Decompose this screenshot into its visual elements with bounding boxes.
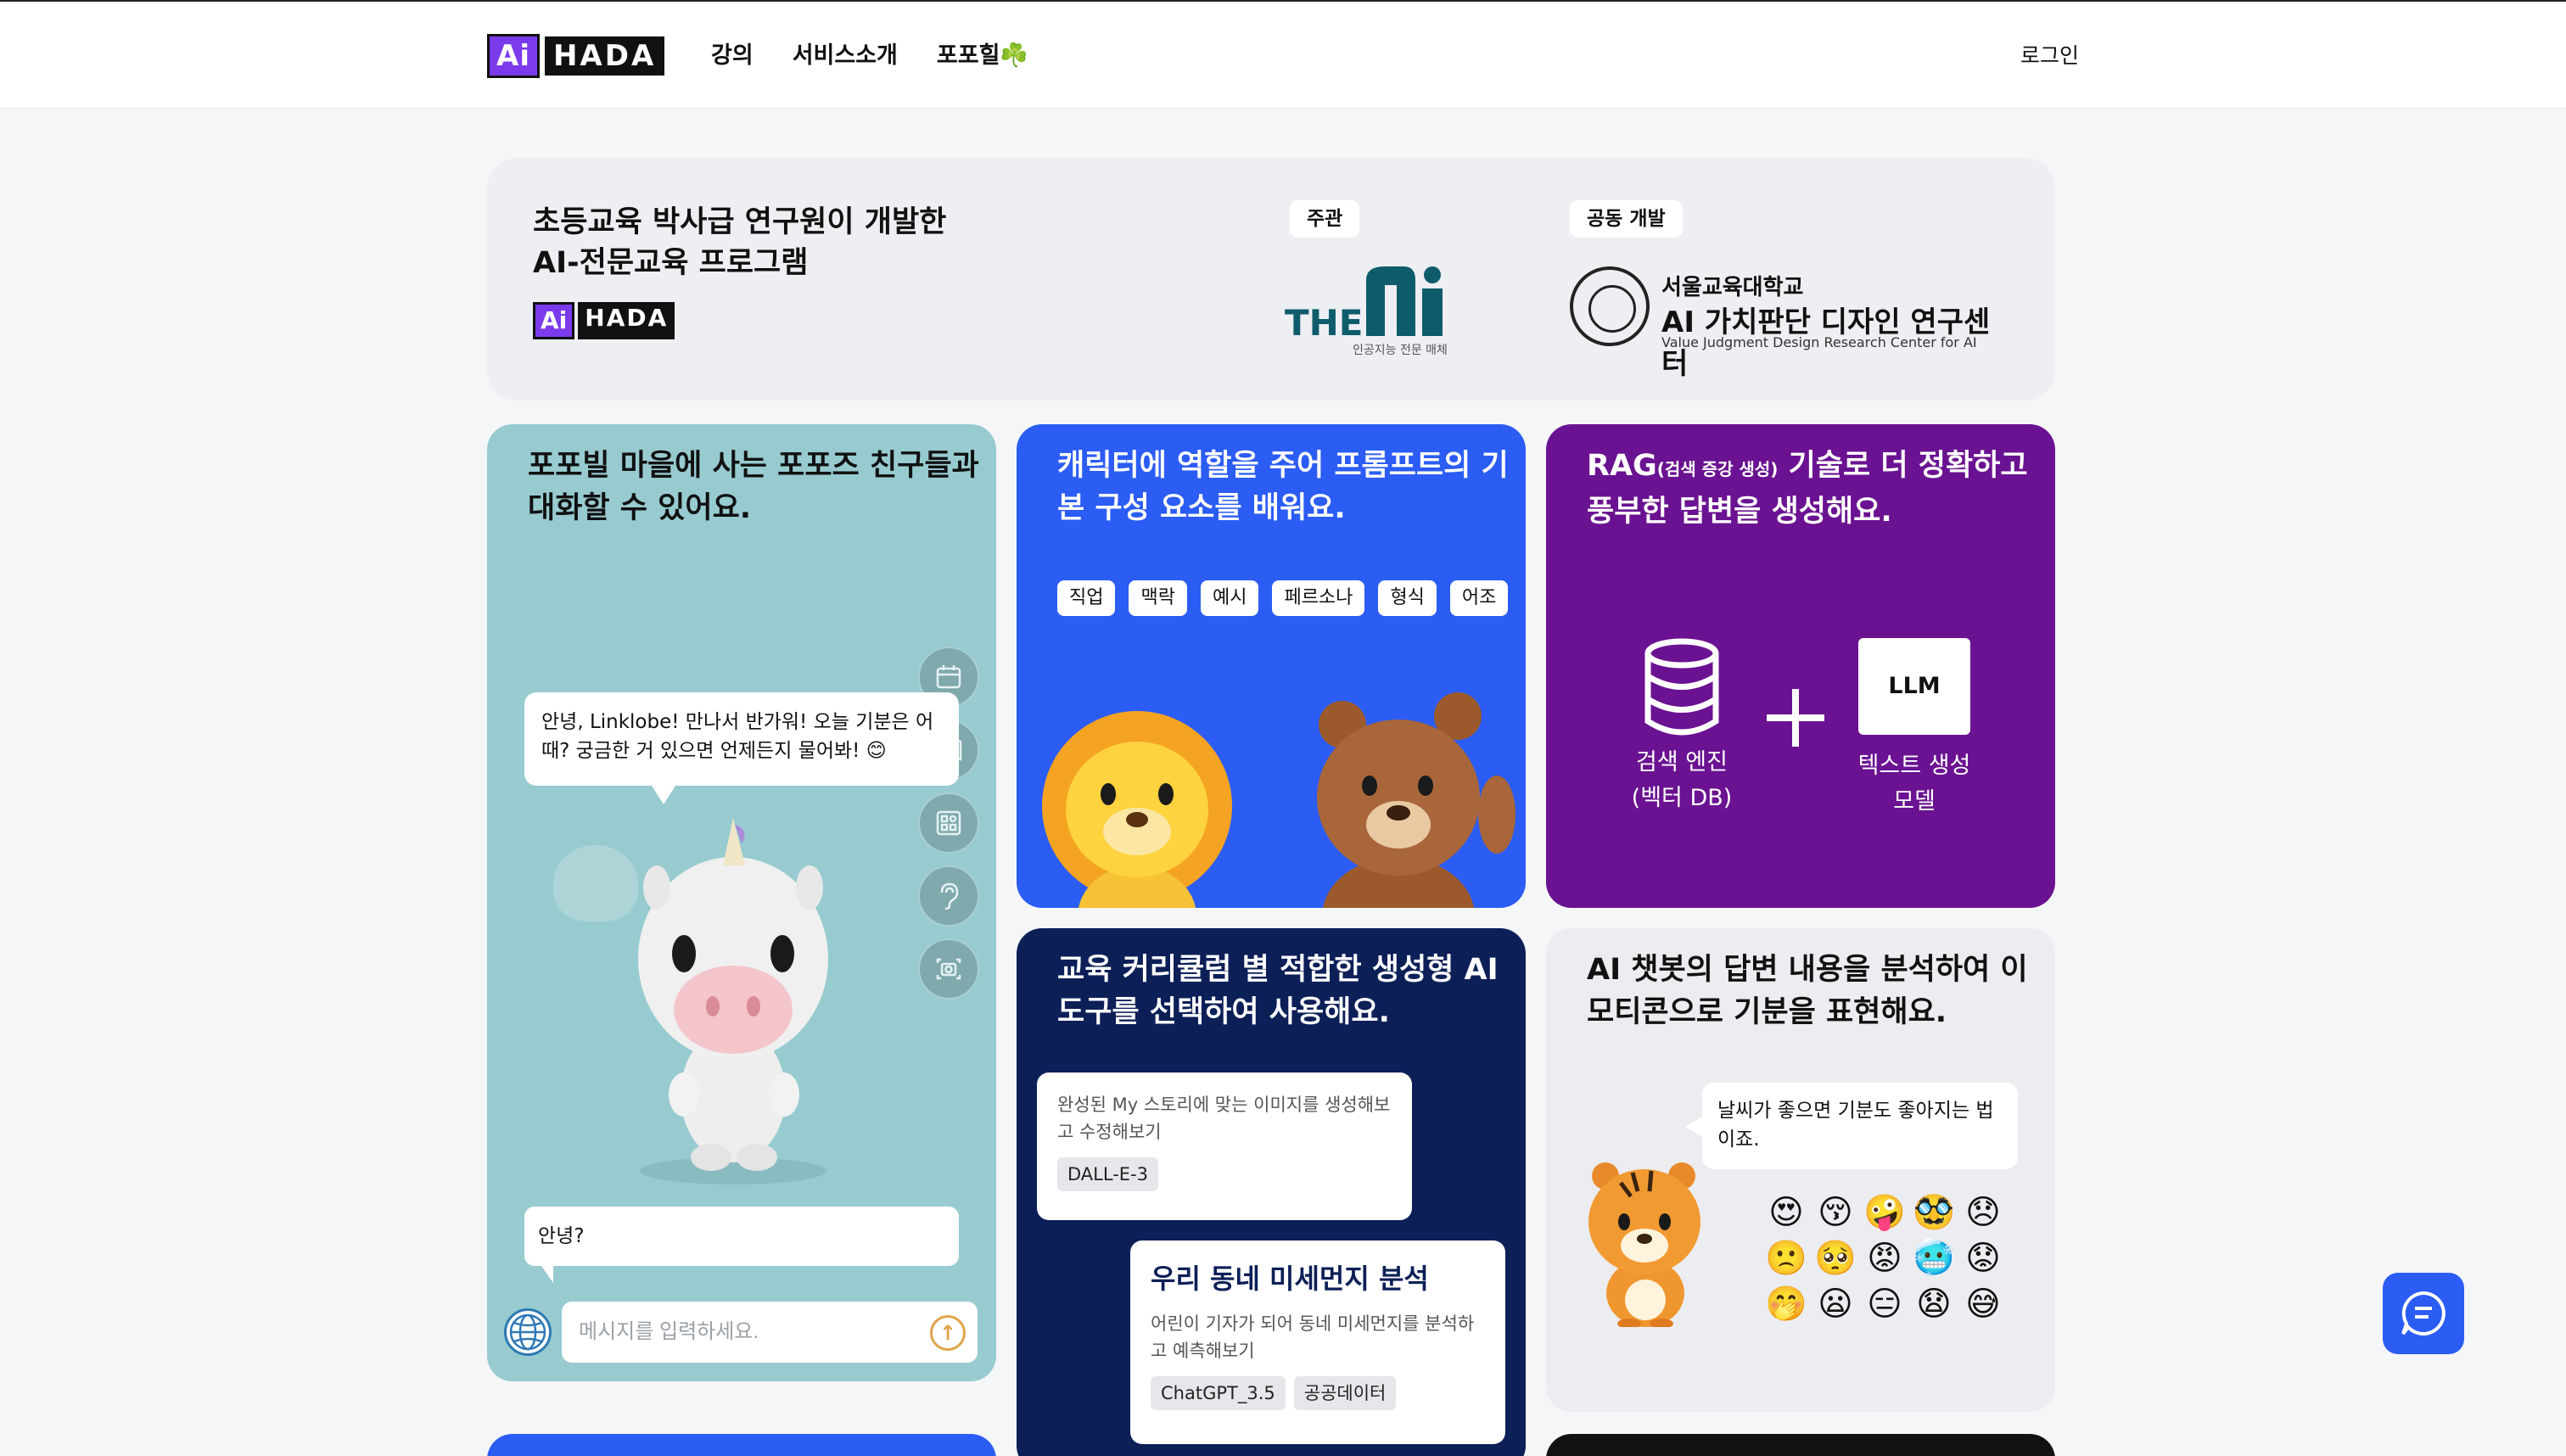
banner-title: 초등교육 박사급 연구원이 개발한 AI-전문교육 프로그램	[533, 205, 947, 280]
tag-example: 예시	[1200, 580, 1259, 616]
card-popoville-chat[interactable]: 포포빌 마을에 사는 포포즈 친구들과 대화할 수 있어요. 안녕, Linkl…	[487, 424, 996, 1381]
tiger-character-image	[1588, 1162, 1700, 1327]
unicorn-character-image	[638, 818, 828, 1184]
llm-label: 텍스트 생성 모델	[1857, 753, 1971, 815]
card-prompt-elements[interactable]: 캐릭터에 역할을 주어 프롬프트의 기본 구성 요소를 배워요. 직업 맥락 예…	[1017, 424, 1526, 908]
send-arrow-icon[interactable]: ↑	[930, 1315, 966, 1351]
the-ai-logo: THE 인공지능 전문 매체	[1285, 263, 1454, 357]
rag-title-main: RAG	[1587, 449, 1657, 483]
apps-icon[interactable]	[918, 792, 979, 854]
camera-icon[interactable]	[918, 938, 979, 1000]
emoji-item[interactable]: 😦	[1814, 1285, 1857, 1324]
lion-character-image	[1042, 711, 1232, 908]
card-rag-title: RAG(검색 증강 생성) 기술로 더 정확하고 풍부한 답변을 생성해요.	[1587, 445, 2045, 533]
chat-bubble-icon	[2401, 1291, 2446, 1336]
banner-logo-hada: HADA	[578, 302, 675, 339]
logo-ai: Ai	[487, 34, 540, 78]
top-header: Ai HADA 강의 서비스소개 포포힐☘️ 로그인	[0, 0, 2566, 109]
snue-center-english: Value Judgment Design Research Center fo…	[1661, 334, 1977, 350]
tag-job: 직업	[1057, 580, 1116, 616]
tiger-speech-bubble: 날씨가 좋으면 기분도 좋아지는 법이죠.	[1685, 1083, 2018, 1169]
nav-service-intro[interactable]: 서비스소개	[793, 39, 898, 73]
emoji-item[interactable]: 🤪	[1863, 1193, 1906, 1232]
ear-icon[interactable]	[918, 865, 979, 927]
nav-popoheal[interactable]: 포포힐☘️	[937, 39, 1028, 73]
rag-title-small: (검색 증강 생성)	[1656, 459, 1779, 479]
emoji-item[interactable]: 😅	[1962, 1285, 2004, 1324]
tool-a-description: 완성된 My 스토리에 맞는 이미지를 생성해보고 수정해보기	[1057, 1095, 1391, 1142]
card-popoville-title: 포포빌 마을에 사는 포포즈 친구들과 대화할 수 있어요.	[528, 449, 979, 525]
tool-b-description: 어린이 기자가 되어 동네 미세먼지를 분석하고 예측해보기	[1151, 1313, 1475, 1361]
llm-box: LLM	[1858, 638, 1970, 735]
card-ai-tools[interactable]: 교육 커리큘럼 별 적합한 생성형 AI 도구를 선택하여 사용해요. 완성된 …	[1017, 928, 1526, 1456]
card-rag[interactable]: RAG(검색 증강 생성) 기술로 더 정확하고 풍부한 답변을 생성해요. 검…	[1546, 424, 2055, 908]
bot-message-bubble: 안녕, Linklobe! 만나서 반가워! 오늘 기분은 어때? 궁금한 거 …	[524, 692, 959, 804]
nav-courses[interactable]: 강의	[711, 39, 754, 73]
card-prompt-title: 캐릭터에 역할을 주어 프롬프트의 기본 구성 요소를 배워요.	[1057, 449, 1509, 525]
emoji-grid: 😍 😚 🤪 🥸 😞 🙁 🥺 😡 🥶 😟 🤭 😦 😑 😧 😅	[1765, 1193, 2004, 1324]
prompt-tag-list: 직업 맥락 예시 페르소나 형식 어조	[1057, 580, 1509, 616]
tag-persona: 페르소나	[1272, 580, 1365, 616]
the-ai-logo-text: THE	[1285, 302, 1364, 344]
login-link[interactable]: 로그인	[2020, 39, 2079, 73]
emoji-item[interactable]: 🙁	[1765, 1239, 1807, 1278]
emoji-item[interactable]: 😑	[1863, 1285, 1906, 1324]
tool-card-image-generation[interactable]: 완성된 My 스토리에 맞는 이미지를 생성해보고 수정해보기 DALL-E-3	[1037, 1072, 1412, 1220]
the-ai-caption: 인공지능 전문 매체	[1353, 344, 1448, 357]
chat-message-input[interactable]	[562, 1302, 978, 1363]
codev-label: 공동 개발	[1570, 200, 1683, 238]
user-message-bubble: 안녕?	[524, 1207, 959, 1283]
tool-chip-dalle: DALL-E-3	[1057, 1157, 1158, 1191]
emoji-item[interactable]: 🤭	[1765, 1285, 1807, 1324]
logo-hada: HADA	[544, 36, 665, 76]
globe-language-icon[interactable]	[504, 1308, 552, 1356]
database-icon	[1644, 638, 1719, 736]
partner-banner: 초등교육 박사급 연구원이 개발한 AI-전문교육 프로그램 Ai HADA 주…	[487, 158, 2055, 400]
card-emotion[interactable]: AI 챗봇의 답변 내용을 분석하여 이모티콘으로 기분을 표현해요. 날씨가 …	[1546, 928, 2055, 1412]
card-bottom-left-partial[interactable]	[487, 1434, 996, 1456]
emoji-item[interactable]: 😍	[1765, 1193, 1807, 1232]
tag-context: 맥락	[1129, 580, 1187, 616]
emoji-item[interactable]: 😡	[1863, 1239, 1906, 1278]
tag-tone: 어조	[1449, 580, 1509, 616]
emoji-item[interactable]: 😚	[1814, 1193, 1857, 1232]
tool-card-dust-analysis[interactable]: 우리 동네 미세먼지 분석 어린이 기자가 되어 동네 미세먼지를 분석하고 예…	[1130, 1240, 1505, 1444]
emoji-item[interactable]: 😧	[1913, 1285, 1955, 1324]
tool-chip-public-data: 공공데이터	[1293, 1376, 1397, 1410]
tag-format: 형식	[1378, 580, 1437, 616]
card-emotion-title: AI 챗봇의 답변 내용을 분석하여 이모티콘으로 기분을 표현해요.	[1587, 953, 2028, 1029]
db-label: 검색 엔진 (벡터 DB)	[1631, 749, 1733, 811]
emoji-item[interactable]: 😟	[1962, 1239, 2004, 1278]
snue-logo: 서울교육대학교 AI 가치판단 디자인 연구센터 Value Judgment …	[1570, 266, 1994, 381]
snue-seal-icon	[1570, 266, 1650, 346]
main-nav: 강의 서비스소개 포포힐☘️	[711, 39, 1028, 73]
emoji-item[interactable]: 🥶	[1913, 1239, 1955, 1278]
snue-name: 서울교육대학교	[1661, 275, 1804, 300]
tool-b-name: 우리 동네 미세먼지 분석	[1151, 1263, 1429, 1295]
bear-character-image	[1317, 692, 1516, 908]
emoji-item[interactable]: 😞	[1962, 1193, 2004, 1232]
card-tools-title: 교육 커리큘럼 별 적합한 생성형 AI 도구를 선택하여 사용해요.	[1057, 953, 1499, 1029]
aihada-logo[interactable]: Ai HADA	[487, 34, 665, 78]
emoji-item[interactable]: 🥺	[1814, 1239, 1857, 1278]
host-label: 주관	[1290, 200, 1360, 238]
ni-logo-icon	[1366, 266, 1443, 336]
floating-chat-button[interactable]	[2383, 1273, 2464, 1354]
card-bottom-right-partial[interactable]	[1546, 1434, 2055, 1456]
banner-aihada-logo: Ai HADA	[533, 302, 675, 339]
banner-logo-ai: Ai	[533, 302, 575, 339]
tool-chip-chatgpt: ChatGPT_3.5	[1151, 1376, 1286, 1410]
plus-icon	[1767, 689, 1824, 747]
emoji-item[interactable]: 🥸	[1913, 1193, 1955, 1232]
